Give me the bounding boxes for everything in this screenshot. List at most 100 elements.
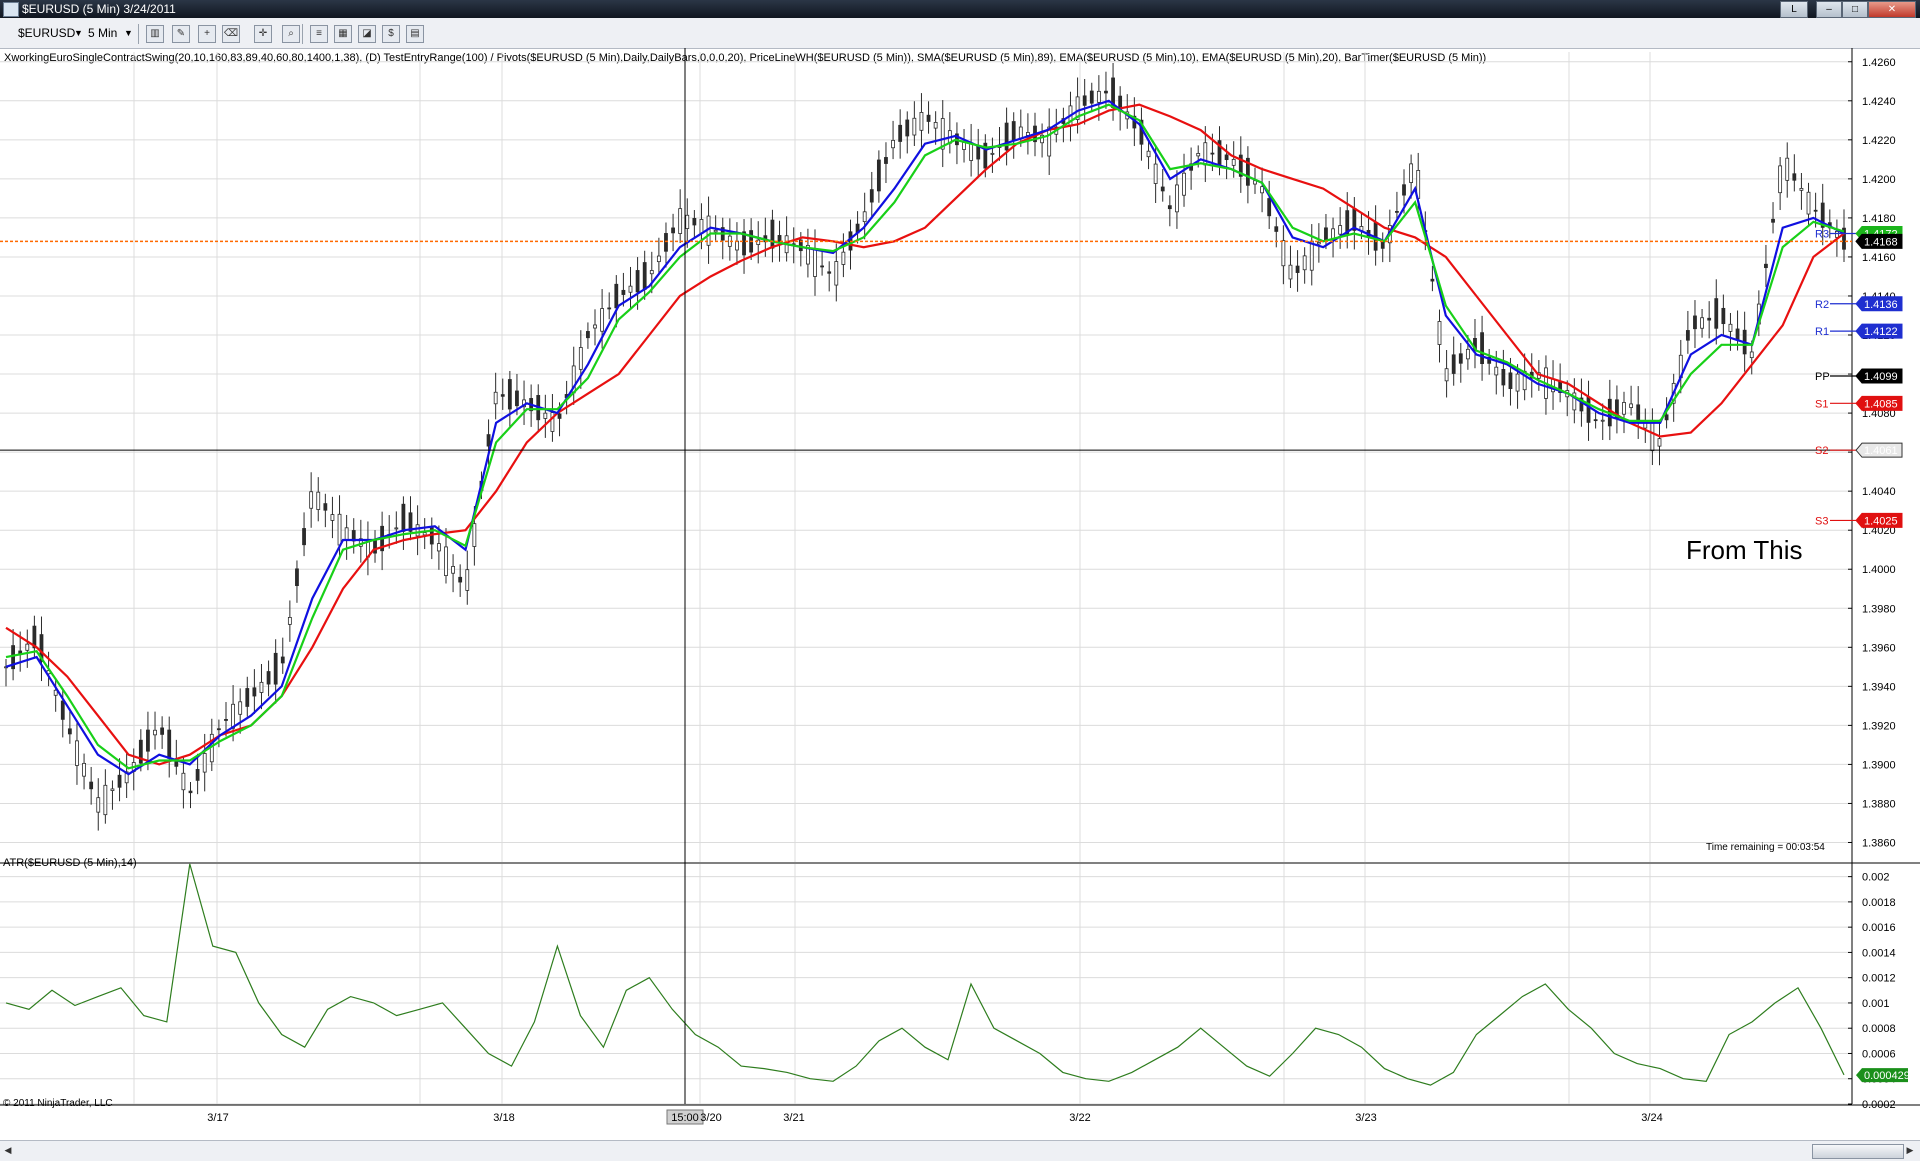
candle-body bbox=[1018, 126, 1023, 139]
strategies-icon[interactable]: ▦ bbox=[334, 25, 352, 43]
candle-body bbox=[1402, 184, 1406, 196]
price-badge-label: 1.4168 bbox=[1864, 236, 1898, 248]
properties-icon[interactable]: ≡ bbox=[310, 25, 328, 43]
candle-body bbox=[1785, 157, 1790, 181]
candle-body bbox=[500, 394, 505, 397]
scroll-left-icon[interactable]: ◀ bbox=[2, 1144, 14, 1157]
x-tick-label: 3/22 bbox=[1069, 1112, 1090, 1124]
candle-body bbox=[586, 331, 590, 339]
pivot-label: R3 bbox=[1815, 229, 1829, 241]
minimize-button[interactable]: – bbox=[1816, 1, 1842, 18]
crosshair-icon[interactable]: ✛ bbox=[254, 25, 272, 43]
candle-body bbox=[685, 214, 690, 229]
search-icon[interactable]: ⌕ bbox=[282, 25, 300, 43]
window-titlebar: $EURUSD (5 Min) 3/24/2011 L – □ ✕ bbox=[0, 0, 1920, 18]
chevron-down-icon[interactable]: ▼ bbox=[124, 24, 133, 42]
candle-body bbox=[1451, 354, 1456, 374]
candle-body bbox=[635, 270, 640, 293]
window-title: $EURUSD (5 Min) 3/24/2011 bbox=[22, 2, 176, 16]
candle-body bbox=[1778, 165, 1783, 194]
y-tick-label: 1.4260 bbox=[1862, 57, 1896, 69]
bars-style-icon[interactable]: ▥ bbox=[146, 25, 164, 43]
candle-body bbox=[642, 262, 647, 290]
scroll-thumb[interactable] bbox=[1812, 1144, 1904, 1159]
candle-body bbox=[153, 729, 157, 736]
candle-body bbox=[1224, 154, 1229, 161]
candle-body bbox=[969, 142, 974, 161]
indicators-icon[interactable]: ◪ bbox=[358, 25, 376, 43]
candle-body bbox=[1650, 421, 1655, 452]
candle-body bbox=[67, 728, 72, 735]
horizontal-scrollbar[interactable]: ◀ ▶ bbox=[0, 1140, 1920, 1161]
candle-body bbox=[266, 671, 271, 685]
dollar-icon[interactable]: $ bbox=[382, 25, 400, 43]
close-button[interactable]: ✕ bbox=[1868, 1, 1916, 18]
interval-selector[interactable]: 5 Min bbox=[88, 24, 117, 42]
link-button[interactable]: L bbox=[1780, 1, 1808, 18]
candle-body bbox=[1160, 186, 1165, 192]
candle-body bbox=[990, 152, 995, 155]
pivot-label: R2 bbox=[1815, 299, 1829, 311]
x-tick-label: 3/21 bbox=[783, 1112, 804, 1124]
maximize-button[interactable]: □ bbox=[1842, 1, 1868, 18]
candle-body bbox=[344, 527, 349, 541]
zoom-icon[interactable]: + bbox=[198, 25, 216, 43]
candle-body bbox=[401, 503, 406, 532]
candle-body bbox=[820, 265, 825, 268]
candle-body bbox=[1693, 315, 1697, 330]
candle-body bbox=[181, 772, 186, 791]
instrument-selector[interactable]: $EURUSD bbox=[18, 24, 75, 42]
chart-toolbar: $EURUSD ▼ 5 Min ▼ ▥ ✎ + ⌫ ✛ ⌕ ≡ ▦ ◪ $ ▤ bbox=[0, 18, 1920, 49]
candle-body bbox=[841, 251, 846, 265]
candle-body bbox=[287, 617, 292, 625]
app-icon bbox=[3, 2, 19, 17]
candle-body bbox=[919, 112, 924, 131]
candle-body bbox=[1813, 209, 1818, 212]
draw-icon[interactable]: ✎ bbox=[172, 25, 190, 43]
y-tick-label: 1.3900 bbox=[1862, 759, 1896, 771]
candle-body bbox=[1622, 402, 1626, 415]
atr-panel-label: ATR($EURUSD (5 Min),14) bbox=[3, 857, 137, 869]
candle-body bbox=[1707, 317, 1712, 321]
chart-panel[interactable]: 15:00 1.4260 1.4240 1.4220 1.4200 1.4180 1.41… bbox=[0, 48, 1920, 1140]
y-tick-label: 1.3880 bbox=[1862, 798, 1896, 810]
price-badge-label: 1.4025 bbox=[1864, 515, 1898, 527]
candle-body bbox=[231, 703, 235, 729]
toolbar-separator bbox=[302, 24, 303, 44]
candle-body bbox=[1714, 298, 1719, 329]
y-tick-label: 1.4200 bbox=[1862, 174, 1896, 186]
candle-body bbox=[1806, 191, 1811, 215]
y-tick-label: 0.0018 bbox=[1862, 897, 1896, 909]
candle-body bbox=[713, 229, 718, 233]
candle-body bbox=[280, 656, 285, 664]
window-icon[interactable]: ▤ bbox=[406, 25, 424, 43]
candle-body bbox=[1295, 265, 1300, 273]
candle-body bbox=[862, 211, 867, 223]
y-tick-label: 1.4180 bbox=[1862, 213, 1896, 225]
chevron-down-icon[interactable]: ▼ bbox=[74, 24, 83, 42]
price-grid bbox=[0, 52, 1848, 862]
candle-body bbox=[699, 219, 704, 235]
candle-body bbox=[515, 390, 519, 407]
candle-body bbox=[1835, 231, 1839, 238]
scroll-right-icon[interactable]: ▶ bbox=[1904, 1144, 1916, 1157]
candle-body bbox=[1324, 227, 1328, 242]
candle-body bbox=[876, 159, 881, 192]
candle-body bbox=[926, 114, 931, 122]
candle-body bbox=[195, 769, 200, 781]
candle-body bbox=[557, 413, 562, 419]
candle-body bbox=[1146, 150, 1151, 158]
eraser-icon[interactable]: ⌫ bbox=[222, 25, 240, 43]
candle-body bbox=[1600, 419, 1605, 422]
candle-body bbox=[295, 568, 299, 587]
annotation-text: From This bbox=[1686, 535, 1803, 565]
candle-body bbox=[1515, 373, 1520, 392]
y-tick-label: 1.4000 bbox=[1862, 564, 1896, 576]
candle-body bbox=[628, 285, 633, 293]
candle-body bbox=[1430, 278, 1435, 282]
candle-body bbox=[1792, 173, 1797, 181]
candle-body bbox=[1685, 330, 1690, 341]
candle-body bbox=[735, 240, 739, 251]
candle-body bbox=[167, 729, 172, 759]
candle-body bbox=[1735, 328, 1740, 341]
